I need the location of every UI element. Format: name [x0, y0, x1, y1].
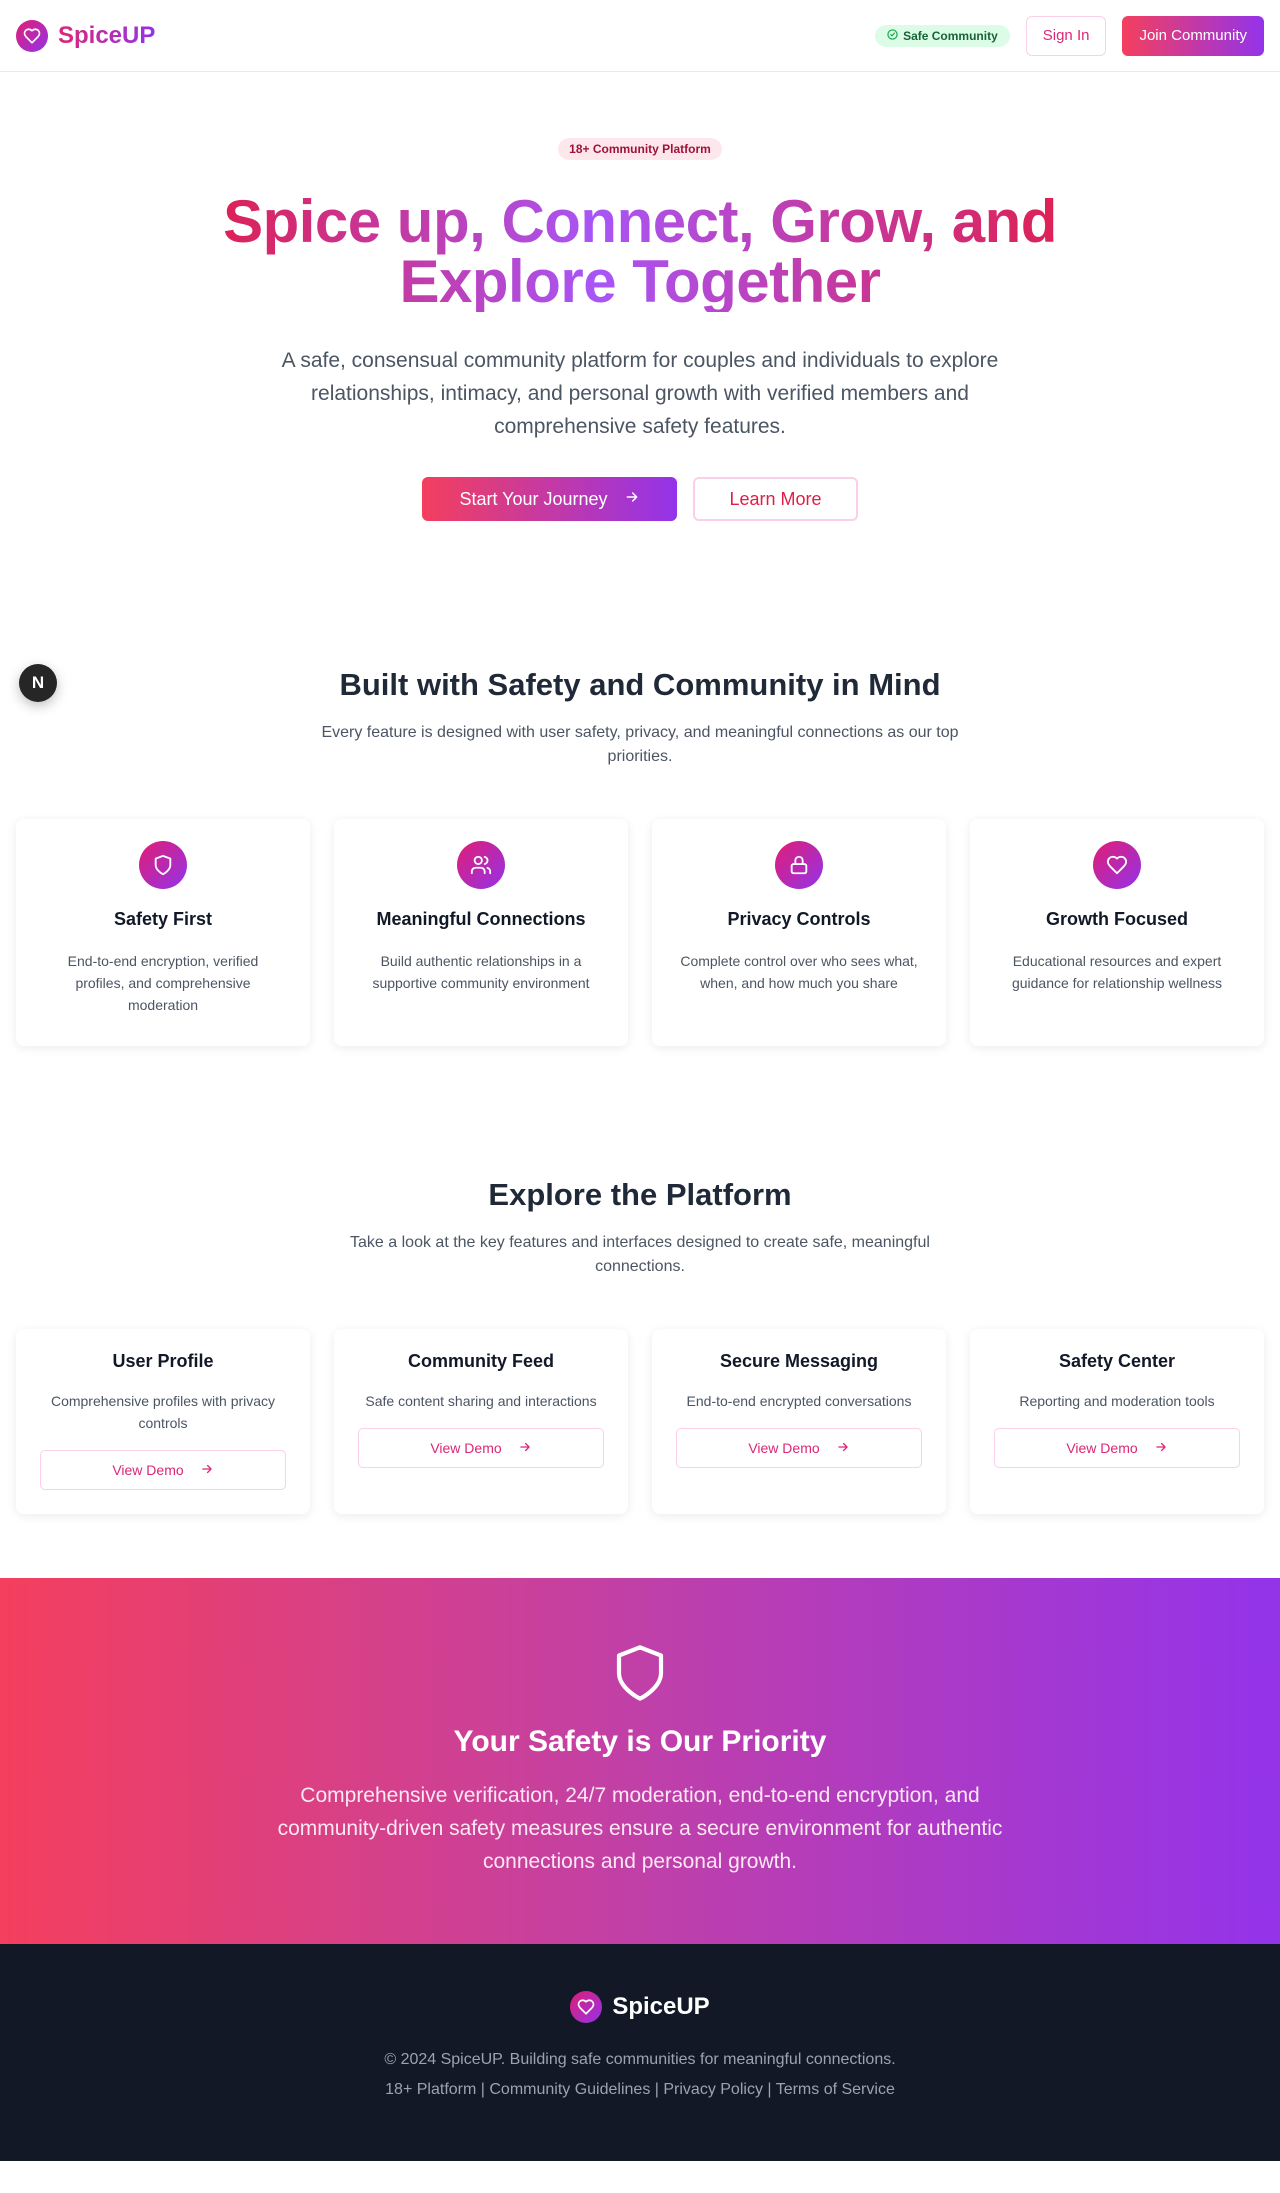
view-demo-label: View Demo: [430, 1440, 502, 1456]
demo-card-secure-messaging: Secure Messaging End-to-end encrypted co…: [652, 1329, 946, 1514]
view-demo-label: View Demo: [1066, 1440, 1138, 1456]
demo-title: Safety Center: [1058, 1351, 1176, 1371]
shield-icon: [139, 841, 187, 889]
dev-indicator-button[interactable]: N: [19, 664, 57, 702]
feature-title: Privacy Controls: [727, 909, 871, 929]
feature-card-growth: Growth Focused Educational resources and…: [970, 819, 1264, 1046]
hero-subtitle: A safe, consensual community platform fo…: [281, 349, 999, 438]
footer-copyright: © 2024 SpiceUP. Building safe communitie…: [384, 2051, 896, 2068]
demo-desc: Safe content sharing and interactions: [365, 1393, 597, 1409]
demo-card-community-feed: Community Feed Safe content sharing and …: [334, 1329, 628, 1514]
top-nav: SpiceUP Safe Community Sign In Join Comm…: [0, 0, 1280, 72]
safety-title: Your Safety is Our Priority: [453, 1725, 827, 1758]
sign-in-button[interactable]: Sign In: [1025, 15, 1107, 56]
demo-desc: End-to-end encrypted conversations: [686, 1393, 912, 1409]
feature-card-safety: Safety First End-to-end encryption, veri…: [16, 819, 310, 1046]
join-community-button[interactable]: Join Community: [1122, 15, 1264, 56]
users-icon: [457, 841, 505, 889]
hero-title: Spice up, Connect, Grow, and Explore Tog…: [190, 192, 1090, 312]
features-title: Built with Safety and Community in Mind: [339, 667, 941, 702]
feature-desc: Complete control over who sees what, whe…: [680, 953, 918, 991]
feature-title: Meaningful Connections: [376, 909, 586, 929]
demo-title: Community Feed: [407, 1351, 554, 1371]
lock-icon: [775, 841, 823, 889]
feature-title: Growth Focused: [1045, 909, 1188, 929]
start-journey-label: Start Your Journey: [459, 488, 608, 509]
heart-icon: [570, 1991, 603, 2023]
heart-icon: [1093, 841, 1141, 889]
arrow-right-icon: [200, 1462, 214, 1479]
feature-card-privacy: Privacy Controls Complete control over w…: [652, 819, 946, 1046]
demo-card-safety-center: Safety Center Reporting and moderation t…: [970, 1329, 1264, 1514]
shield-icon: [0, 1642, 1280, 1709]
brand[interactable]: SpiceUP: [16, 19, 156, 52]
arrow-right-icon: [1154, 1440, 1168, 1457]
check-circle-icon: [887, 28, 898, 43]
features-section: Built with Safety and Community in Mind …: [0, 667, 1280, 1046]
safe-community-badge: Safe Community: [875, 24, 1010, 47]
explore-title: Explore the Platform: [488, 1177, 792, 1212]
feature-desc: End-to-end encryption, verified profiles…: [67, 953, 259, 1013]
footer-links[interactable]: 18+ Platform | Community Guidelines | Pr…: [0, 2081, 1280, 2099]
feature-title: Safety First: [113, 909, 213, 929]
view-demo-button[interactable]: View Demo: [40, 1450, 286, 1490]
safe-community-label: Safe Community: [903, 28, 998, 43]
demo-desc: Comprehensive profiles with privacy cont…: [50, 1393, 276, 1431]
view-demo-label: View Demo: [112, 1462, 184, 1478]
heart-icon: [16, 19, 48, 52]
feature-desc: Educational resources and expert guidanc…: [1011, 953, 1223, 991]
safety-banner: Your Safety is Our Priority Comprehensiv…: [0, 1578, 1280, 1944]
explore-section: Explore the Platform Take a look at the …: [0, 1177, 1280, 1514]
view-demo-button[interactable]: View Demo: [994, 1428, 1240, 1468]
view-demo-label: View Demo: [748, 1440, 820, 1456]
start-journey-button[interactable]: Start Your Journey: [422, 477, 677, 521]
hero-section: 18+ Community Platform Spice up, Connect…: [0, 72, 1280, 521]
view-demo-button[interactable]: View Demo: [676, 1428, 922, 1468]
arrow-right-icon: [624, 489, 640, 510]
view-demo-button[interactable]: View Demo: [358, 1428, 604, 1468]
learn-more-button[interactable]: Learn More: [693, 477, 858, 521]
feature-card-connections: Meaningful Connections Build authentic r…: [334, 819, 628, 1046]
safety-text: Comprehensive verification, 24/7 moderat…: [277, 1784, 1003, 1873]
footer-brand-name: SpiceUP: [612, 1993, 710, 2020]
arrow-right-icon: [836, 1440, 850, 1457]
features-subtitle: Every feature is designed with user safe…: [321, 724, 959, 765]
demo-card-user-profile: User Profile Comprehensive profiles with…: [16, 1329, 310, 1514]
arrow-right-icon: [518, 1440, 532, 1457]
demo-title: Secure Messaging: [719, 1351, 879, 1371]
footer: SpiceUP © 2024 SpiceUP. Building safe co…: [0, 1944, 1280, 2161]
demo-title: User Profile: [112, 1351, 214, 1371]
feature-desc: Build authentic relationships in a suppo…: [372, 953, 590, 991]
demo-desc: Reporting and moderation tools: [1019, 1393, 1215, 1409]
age-badge: 18+ Community Platform: [558, 138, 722, 160]
brand-name: SpiceUP: [58, 21, 156, 49]
footer-brand[interactable]: SpiceUP: [570, 1991, 710, 2023]
explore-subtitle: Take a look at the key features and inte…: [350, 1234, 930, 1275]
